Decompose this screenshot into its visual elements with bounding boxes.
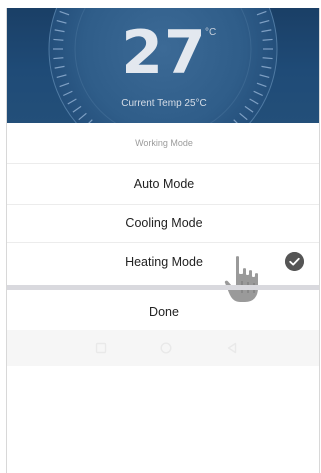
navigation-bar — [7, 330, 319, 366]
section-separator — [7, 285, 319, 290]
circle-icon[interactable] — [160, 342, 172, 354]
option-auto-mode[interactable]: Auto Mode — [7, 165, 319, 203]
current-temp-label: Current Temp 25°C — [121, 98, 207, 109]
option-cooling-mode[interactable]: Cooling Mode — [7, 204, 319, 242]
option-heating-mode[interactable]: Heating Mode — [7, 243, 319, 281]
square-icon[interactable] — [95, 342, 107, 354]
temperature-unit: °C — [205, 27, 217, 38]
temperature-value: 27 — [121, 18, 207, 88]
phone-screen: 27 °C Current Temp 25°C Working Mode Aut… — [6, 8, 320, 473]
checkmark-circle-icon — [285, 252, 304, 271]
triangle-back-icon[interactable] — [226, 342, 238, 354]
thermostat-header: 27 °C Current Temp 25°C — [7, 8, 319, 123]
done-button[interactable]: Done — [7, 294, 319, 330]
divider — [7, 163, 319, 164]
sheet-title: Working Mode — [135, 138, 193, 148]
